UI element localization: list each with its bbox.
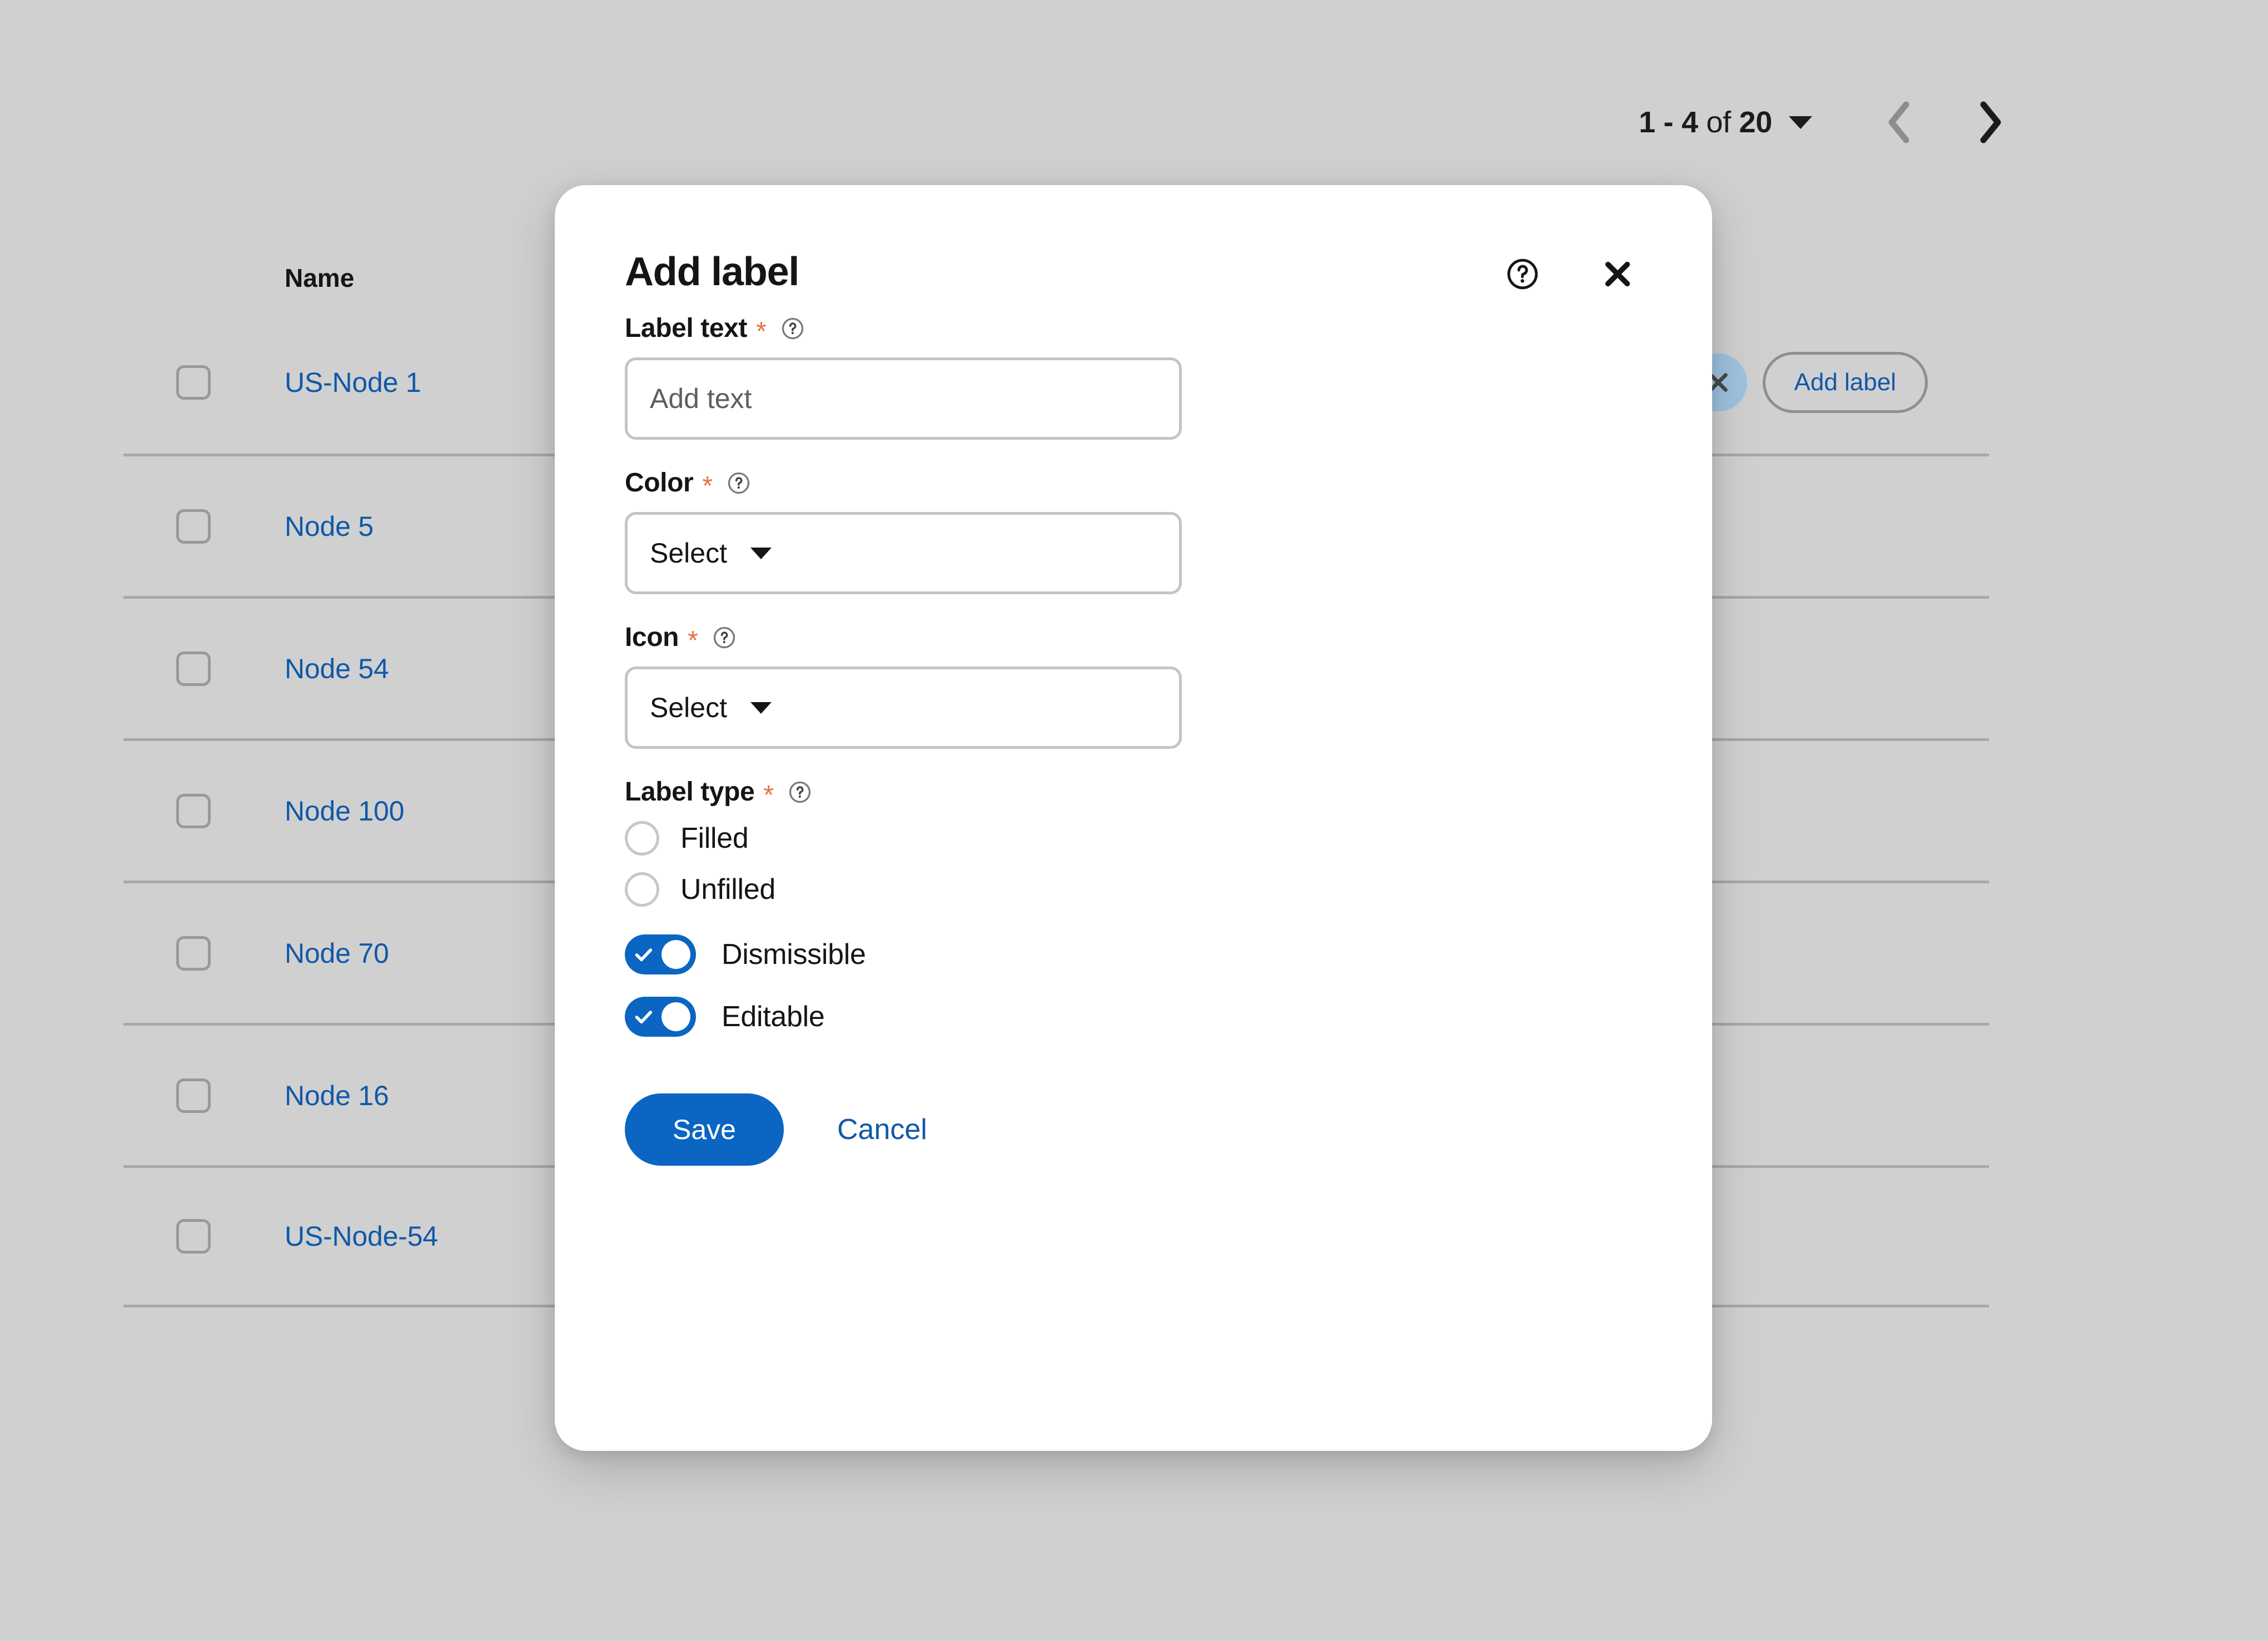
dismissible-label: Dismissible bbox=[722, 938, 866, 971]
modal-help-button[interactable] bbox=[1505, 257, 1540, 291]
field-help-button[interactable] bbox=[713, 626, 736, 649]
required-marker: * bbox=[688, 625, 698, 655]
add-label-modal: Add label Label text * Add text Color * … bbox=[555, 185, 1712, 1451]
modal-header-actions bbox=[1505, 256, 1635, 292]
toggle-knob bbox=[662, 940, 690, 969]
field-label-type-caption: Label type bbox=[625, 777, 755, 807]
help-circle-icon bbox=[782, 317, 803, 339]
required-marker: * bbox=[763, 780, 774, 810]
modal-footer: Save Cancel bbox=[555, 1059, 1712, 1166]
help-circle-icon bbox=[1507, 258, 1538, 290]
toggle-row-dismissible[interactable]: Dismissible bbox=[625, 934, 1642, 974]
cancel-button[interactable]: Cancel bbox=[837, 1115, 927, 1144]
check-icon bbox=[635, 1011, 653, 1024]
color-select[interactable]: Select bbox=[625, 512, 1182, 594]
editable-label: Editable bbox=[722, 1001, 825, 1033]
required-marker: * bbox=[702, 471, 713, 501]
field-label-row: Icon * bbox=[625, 622, 1642, 655]
save-button[interactable]: Save bbox=[625, 1093, 784, 1166]
chevron-down-icon bbox=[750, 547, 772, 559]
radio-circle-icon bbox=[625, 821, 659, 856]
dismissible-toggle[interactable] bbox=[625, 934, 696, 974]
label-text-input[interactable] bbox=[625, 357, 1182, 440]
radio-label-filled: Filled bbox=[680, 822, 749, 854]
modal-header: Add label bbox=[555, 185, 1712, 313]
field-color-caption: Color bbox=[625, 468, 694, 498]
required-marker: * bbox=[756, 316, 767, 346]
editable-toggle[interactable] bbox=[625, 997, 696, 1037]
field-help-button[interactable] bbox=[781, 317, 804, 340]
toggle-knob bbox=[662, 1002, 690, 1031]
icon-select[interactable]: Select bbox=[625, 667, 1182, 749]
color-select-value: Select bbox=[650, 538, 727, 569]
modal-body: Label text * Color * bbox=[555, 313, 1712, 1037]
help-circle-icon bbox=[713, 626, 735, 648]
toggle-row-editable[interactable]: Editable bbox=[625, 997, 1642, 1037]
field-label-row: Label type * bbox=[625, 777, 1642, 810]
field-label-type: Label type * Filled Unfilled bbox=[625, 777, 1642, 907]
radio-circle-icon bbox=[625, 872, 659, 907]
field-help-button[interactable] bbox=[788, 780, 812, 804]
field-label-row: Color * bbox=[625, 468, 1642, 501]
help-circle-icon bbox=[728, 472, 750, 494]
field-label-row: Label text * bbox=[625, 313, 1642, 346]
help-circle-icon bbox=[789, 781, 811, 803]
icon-select-value: Select bbox=[650, 692, 727, 723]
field-icon-caption: Icon bbox=[625, 623, 679, 652]
close-icon bbox=[1605, 261, 1630, 287]
chevron-down-icon bbox=[750, 702, 772, 714]
radio-option-filled[interactable]: Filled bbox=[625, 821, 1642, 856]
field-label-text: Label text * bbox=[625, 313, 1642, 440]
radio-option-unfilled[interactable]: Unfilled bbox=[625, 872, 1642, 907]
field-color: Color * Select bbox=[625, 468, 1642, 594]
field-label-text-caption: Label text bbox=[625, 314, 748, 343]
modal-close-button[interactable] bbox=[1600, 256, 1635, 292]
modal-overlay: Add label Label text * Add text Color * … bbox=[0, 0, 2268, 1641]
field-icon: Icon * Select bbox=[625, 622, 1642, 749]
field-help-button[interactable] bbox=[727, 471, 750, 495]
check-icon bbox=[635, 948, 653, 962]
radio-label-unfilled: Unfilled bbox=[680, 873, 776, 906]
modal-title: Add label bbox=[625, 250, 799, 294]
